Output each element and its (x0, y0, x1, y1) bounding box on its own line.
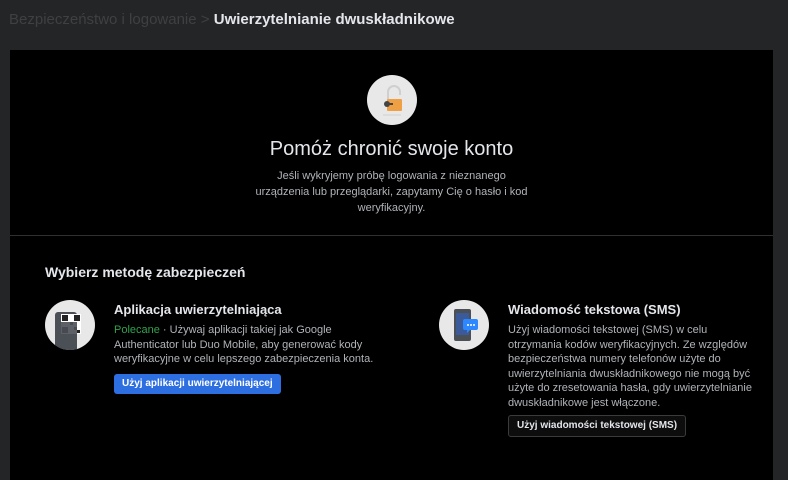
phone-message-icon (439, 300, 489, 350)
breadcrumb-parent-link[interactable]: Bezpieczeństwo i logowanie (9, 11, 197, 28)
page-title: Uwierzytelnianie dwuskładnikowe (213, 11, 455, 28)
padlock-key-icon (367, 75, 417, 125)
section-title: Wybierz metodę zabezpieczeń (45, 264, 246, 280)
breadcrumb-separator: > (196, 11, 214, 28)
method-description: Użyj wiadomości tekstowej (SMS) w celu o… (508, 324, 752, 409)
method-title: Wiadomość tekstowa (SMS) (508, 302, 681, 317)
use-sms-button[interactable]: Użyj wiadomości tekstowej (SMS) (508, 415, 687, 437)
method-title: Aplikacja uwierzytelniająca (114, 302, 282, 317)
two-factor-panel: Pomóż chronić swoje konto Jeśli wykryjem… (10, 50, 773, 480)
hero-description: Jeśli wykryjemy próbę logowania z niezna… (255, 170, 528, 214)
method-description: Polecane · Używaj aplikacji takiej jak G… (114, 323, 389, 367)
hero-section: Pomóż chronić swoje konto Jeśli wykryjem… (10, 50, 773, 236)
breadcrumb: Bezpieczeństwo i logowanie > Uwierzyteln… (9, 11, 455, 28)
use-authenticator-app-button[interactable]: Użyj aplikacji uwierzytelniającej (114, 374, 281, 394)
recommended-badge: Polecane (114, 324, 160, 336)
qr-phone-icon (45, 300, 95, 350)
hero-title: Pomóż chronić swoje konto (269, 138, 514, 160)
